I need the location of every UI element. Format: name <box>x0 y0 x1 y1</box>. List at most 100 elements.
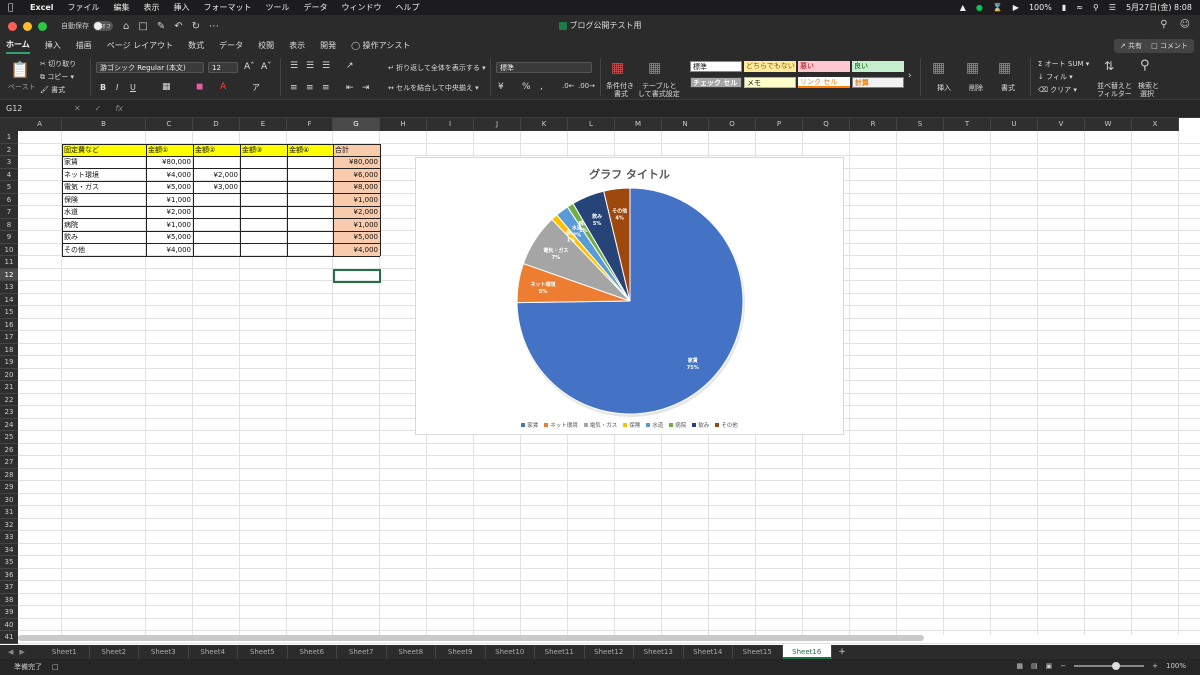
cell-B4[interactable]: ネット環境 <box>62 169 146 182</box>
undo-icon[interactable]: ↶ <box>174 21 182 32</box>
row-header-21[interactable]: 21 <box>0 381 18 394</box>
cell-G10[interactable]: ¥4,000 <box>333 243 380 256</box>
row-header-22[interactable]: 22 <box>0 393 18 406</box>
style-neutral[interactable]: どちらでもない <box>744 61 796 72</box>
sheet-tab-sheet13[interactable]: Sheet13 <box>634 645 684 659</box>
column-header-X[interactable]: X <box>1132 118 1179 131</box>
style-memo[interactable]: メモ <box>744 77 796 88</box>
row-header-23[interactable]: 23 <box>0 406 18 419</box>
edit-icon[interactable]: ✎ <box>157 21 165 32</box>
cell-F4[interactable] <box>287 169 333 182</box>
save-icon[interactable]: □ <box>138 21 147 32</box>
align-middle-icon[interactable]: ☰ <box>306 61 314 71</box>
format-painter-button[interactable]: 🖌 書式 <box>40 85 65 95</box>
tab-developer[interactable]: 開発 <box>320 38 336 53</box>
merge-center-button[interactable]: ↔ セルを結合して中央揃え ▾ <box>388 83 479 93</box>
zoom-window-button[interactable] <box>38 21 47 31</box>
styles-more-icon[interactable]: › <box>908 71 912 81</box>
cell-E6[interactable] <box>240 194 287 207</box>
cell-D8[interactable] <box>193 219 240 232</box>
cell-F9[interactable] <box>287 231 333 244</box>
chart-legend[interactable]: 家賃 ネット環境 電気・ガス 保険 水道 病院 飲み その他 <box>416 421 843 429</box>
tab-data[interactable]: データ <box>219 38 243 53</box>
column-header-O[interactable]: O <box>709 118 756 131</box>
menu-data[interactable]: データ <box>304 2 328 13</box>
cell-B9[interactable]: 飲み <box>62 231 146 244</box>
control-center-icon[interactable]: ☰ <box>1109 3 1116 12</box>
cell-E7[interactable] <box>240 206 287 219</box>
status-icon-a[interactable]: ▲ <box>960 3 966 12</box>
table-header-B[interactable]: 固定費など <box>62 143 146 156</box>
column-header-C[interactable]: C <box>146 118 193 131</box>
cell-C6[interactable]: ¥1,000 <box>146 194 193 207</box>
tell-me[interactable]: ◯ 操作アシスト <box>351 38 410 53</box>
cell-B5[interactable]: 電気・ガス <box>62 181 146 194</box>
autosave-toggle[interactable]: オフ <box>93 21 113 31</box>
enter-icon[interactable]: ✓ <box>95 104 102 113</box>
menu-view[interactable]: 表示 <box>144 2 160 13</box>
find-select-icon[interactable]: ⚲ <box>1140 58 1150 73</box>
font-color-icon[interactable]: A <box>220 82 226 92</box>
increase-font-icon[interactable]: Aˆ <box>244 62 255 72</box>
add-sheet-button[interactable]: + <box>832 645 852 659</box>
menu-file[interactable]: ファイル <box>68 2 100 13</box>
line-icon[interactable]: ● <box>976 3 983 12</box>
cell-F6[interactable] <box>287 194 333 207</box>
horizontal-scrollbar[interactable] <box>18 635 924 641</box>
legend-item-0[interactable]: 家賃 <box>521 421 538 429</box>
sort-filter-icon[interactable]: ⇅ <box>1104 59 1114 73</box>
borders-icon[interactable]: ▦ <box>162 82 171 92</box>
row-header-5[interactable]: 5 <box>0 181 18 194</box>
cell-F3[interactable] <box>287 156 333 169</box>
close-window-button[interactable] <box>8 21 17 31</box>
sheet-tab-sheet6[interactable]: Sheet6 <box>288 645 337 659</box>
cell-C4[interactable]: ¥4,000 <box>146 169 193 182</box>
delete-cells-button[interactable]: 削除 <box>969 83 983 93</box>
sheet-tab-sheet11[interactable]: Sheet11 <box>535 645 585 659</box>
sheet-tab-sheet4[interactable]: Sheet4 <box>189 645 238 659</box>
cut-button[interactable]: ✂ 切り取り <box>40 59 76 69</box>
cell-G6[interactable]: ¥1,000 <box>333 193 380 206</box>
fx-icon[interactable]: fx <box>115 104 123 113</box>
align-bottom-icon[interactable]: ☰ <box>322 61 330 71</box>
row-header-7[interactable]: 7 <box>0 206 18 219</box>
comma-icon[interactable]: , <box>540 82 543 92</box>
cell-B7[interactable]: 水道 <box>62 206 146 219</box>
cell-E8[interactable] <box>240 219 287 232</box>
cell-D9[interactable] <box>193 231 240 244</box>
cell-D4[interactable]: ¥2,000 <box>193 169 240 182</box>
column-header-Q[interactable]: Q <box>803 118 850 131</box>
menu-app-name[interactable]: Excel <box>30 3 54 12</box>
tab-review[interactable]: 校閲 <box>258 38 274 53</box>
row-header-12[interactable]: 12 <box>0 268 18 281</box>
italic-button[interactable]: I <box>116 83 118 92</box>
page-layout-view-icon[interactable]: ▤ <box>1031 662 1038 670</box>
column-header-T[interactable]: T <box>944 118 991 131</box>
cell-D5[interactable]: ¥3,000 <box>193 181 240 194</box>
bluetooth-icon[interactable]: ⌛ <box>993 3 1003 12</box>
cell-D6[interactable] <box>193 194 240 207</box>
row-header-14[interactable]: 14 <box>0 293 18 306</box>
column-header-G[interactable]: G <box>333 118 380 131</box>
cell-E3[interactable] <box>240 156 287 169</box>
tab-view[interactable]: 表示 <box>289 38 305 53</box>
style-linked-cell[interactable]: リンク セル <box>798 77 850 88</box>
row-header-24[interactable]: 24 <box>0 418 18 431</box>
cell-G3[interactable]: ¥80,000 <box>333 156 380 169</box>
format-as-table-icon[interactable]: ▦ <box>648 60 661 76</box>
legend-item-2[interactable]: 電気・ガス <box>583 421 617 429</box>
align-top-icon[interactable]: ☰ <box>290 61 298 71</box>
menubar-datetime[interactable]: 5月27日(金) 8:08 <box>1126 2 1192 13</box>
row-header-27[interactable]: 27 <box>0 456 18 469</box>
increase-decimal-icon[interactable]: .0← <box>562 82 575 90</box>
sheet-tab-sheet12[interactable]: Sheet12 <box>585 645 634 659</box>
row-header-37[interactable]: 37 <box>0 581 18 594</box>
column-header-F[interactable]: F <box>287 118 333 131</box>
font-size-select[interactable]: 12 <box>208 62 238 73</box>
row-header-35[interactable]: 35 <box>0 556 18 569</box>
row-header-28[interactable]: 28 <box>0 468 18 481</box>
cell-G8[interactable]: ¥1,000 <box>333 218 380 231</box>
clear-button[interactable]: ⌫ クリア ▾ <box>1038 85 1077 95</box>
minimize-window-button[interactable] <box>23 21 32 31</box>
row-header-39[interactable]: 39 <box>0 606 18 619</box>
